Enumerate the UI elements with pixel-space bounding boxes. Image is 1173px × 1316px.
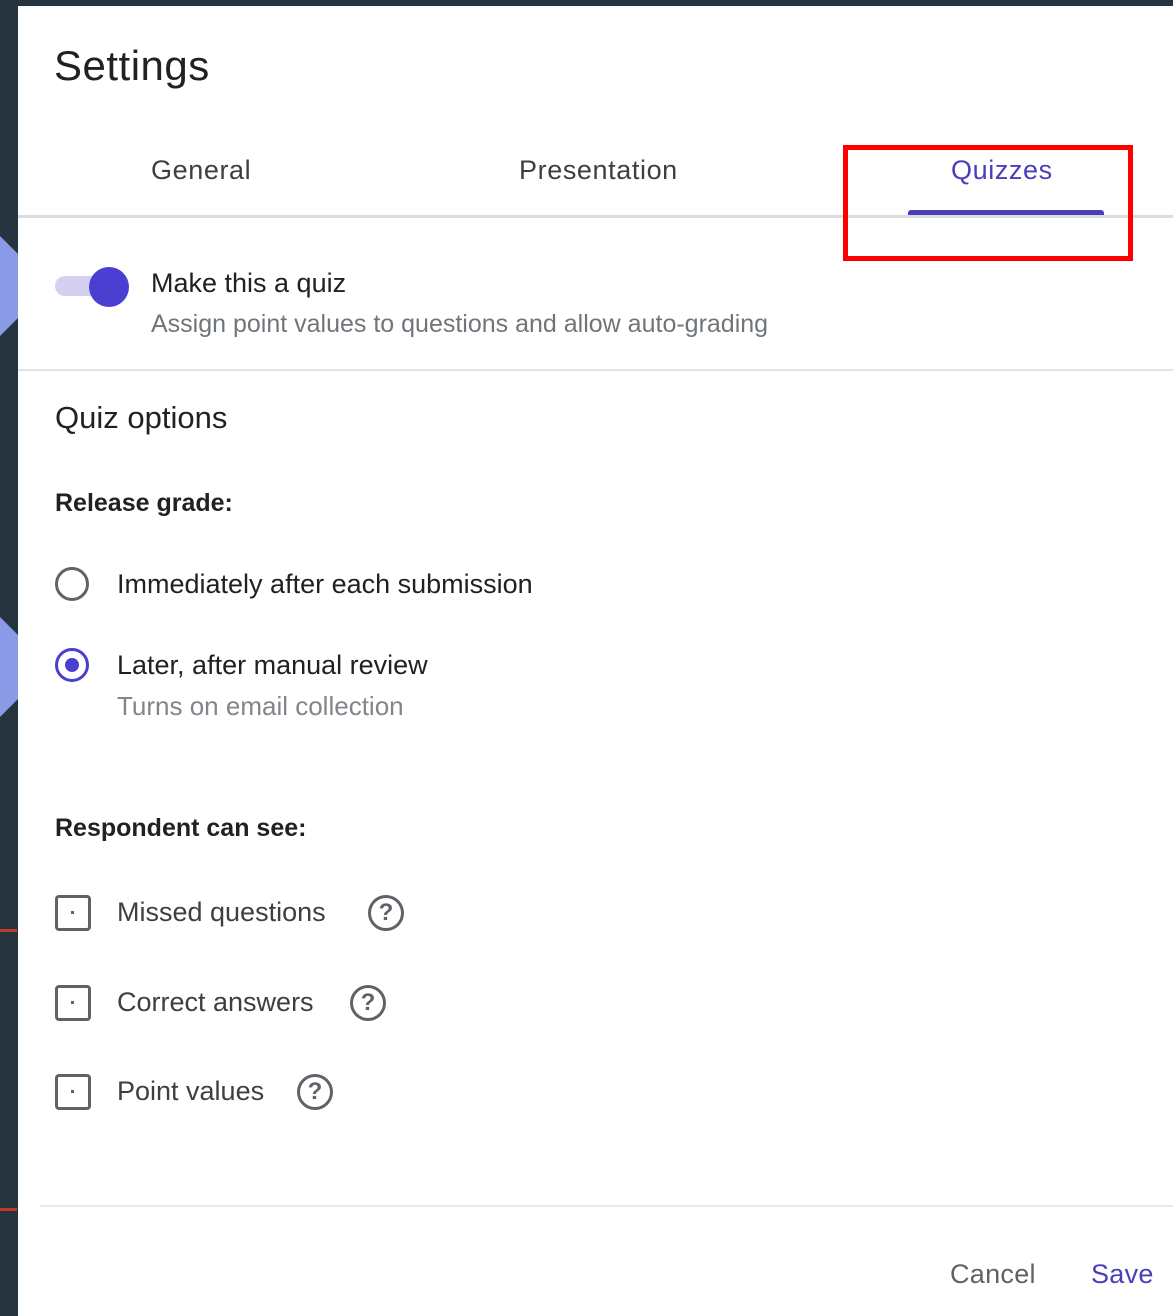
annotation-line-top xyxy=(0,929,17,932)
radio-later-label: Later, after manual review xyxy=(117,650,428,680)
quiz-options-heading: Quiz options xyxy=(55,400,228,435)
checkbox-correct-answers[interactable] xyxy=(55,985,91,1021)
tab-presentation[interactable]: Presentation xyxy=(519,155,678,186)
point-values-label: Point values xyxy=(117,1076,265,1106)
help-icon[interactable]: ? xyxy=(350,985,386,1021)
radio-immediately-label: Immediately after each submission xyxy=(117,569,533,599)
section-divider xyxy=(18,369,1173,371)
make-quiz-toggle[interactable] xyxy=(55,267,131,307)
quizzes-tab-highlight xyxy=(843,145,1133,261)
make-quiz-description: Assign point values to questions and all… xyxy=(151,310,769,338)
help-icon[interactable]: ? xyxy=(368,895,404,931)
save-button[interactable]: Save xyxy=(1091,1259,1154,1290)
respondent-can-see-label: Respondent can see: xyxy=(55,814,307,842)
tab-general[interactable]: General xyxy=(151,155,251,186)
cancel-button[interactable]: Cancel xyxy=(950,1259,1036,1290)
make-quiz-label: Make this a quiz xyxy=(151,268,347,298)
missed-questions-label: Missed questions xyxy=(117,897,326,927)
footer-divider xyxy=(40,1205,1173,1207)
radio-immediately[interactable] xyxy=(55,567,89,601)
toggle-thumb xyxy=(89,267,129,307)
help-icon[interactable]: ? xyxy=(297,1074,333,1110)
radio-later-sublabel: Turns on email collection xyxy=(117,691,404,721)
radio-selected-dot xyxy=(65,658,79,672)
dialog-title: Settings xyxy=(54,42,210,89)
radio-later[interactable] xyxy=(55,648,89,682)
checkbox-missed-questions[interactable] xyxy=(55,895,91,931)
release-grade-label: Release grade: xyxy=(55,489,233,517)
correct-answers-label: Correct answers xyxy=(117,987,314,1017)
checkbox-point-values[interactable] xyxy=(55,1074,91,1110)
annotation-line-bottom xyxy=(0,1208,17,1211)
